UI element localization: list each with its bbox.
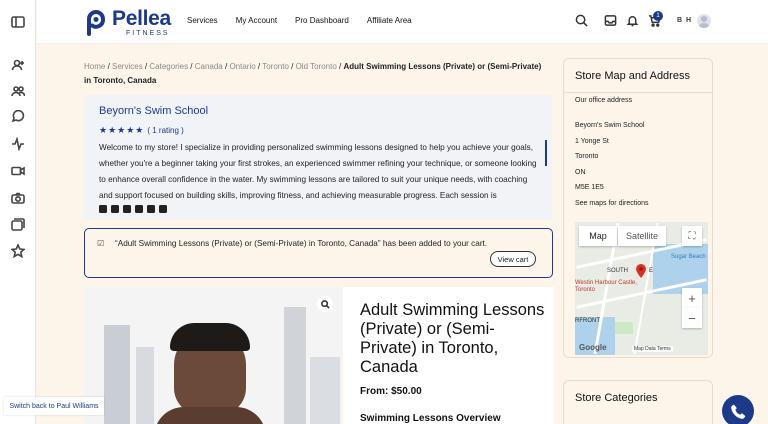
google-logo: Google xyxy=(579,343,607,352)
twitter-icon[interactable] xyxy=(99,205,107,213)
address-line-5: M5E 1E5 xyxy=(575,184,604,191)
google-map[interactable]: Sugar Beach SOUTH E Westin Harbour Castl… xyxy=(575,222,708,355)
logo-mark-icon xyxy=(87,9,105,36)
widget-title: Store Map and Address xyxy=(575,70,690,82)
site-header: Pellea FITNESS Services My Account Pro D… xyxy=(37,0,768,44)
users-add-icon[interactable] xyxy=(11,58,25,72)
zoom-out-button[interactable]: − xyxy=(682,308,702,328)
map-label-e: E xyxy=(649,268,654,274)
store-info-card: Beyorn's Swim School ★★★★★( 1 rating ) W… xyxy=(84,95,552,220)
store-categories-widget: Store Categories xyxy=(563,380,713,424)
cart-notice: ☑ “Adult Swimming Lessons (Private) or (… xyxy=(84,228,553,278)
star-icon[interactable] xyxy=(11,244,25,258)
address-line-3: Toronto xyxy=(575,153,599,160)
maps-directions-link[interactable]: See maps for directions xyxy=(575,200,649,207)
breadcrumb-canada[interactable]: Canada xyxy=(195,62,223,71)
product-title: Adult Swimming Lessons (Private) or (Sem… xyxy=(360,301,545,376)
nav-item-pro-dashboard[interactable]: Pro Dashboard xyxy=(295,16,349,25)
office-label: Our office address xyxy=(575,97,633,104)
map-footer[interactable]: Map Data Terms xyxy=(632,346,673,352)
categories-title: Store Categories xyxy=(575,392,658,404)
nav-item-services[interactable]: Services xyxy=(187,16,218,25)
bio-scrollbar[interactable] xyxy=(545,140,547,166)
cart-count-badge: 1 xyxy=(653,11,663,21)
nav-item-my-account[interactable]: My Account xyxy=(236,16,277,25)
map-label-south: SOUTH xyxy=(607,268,628,274)
main-nav: Services My Account Pro Dashboard Affili… xyxy=(187,16,430,25)
brand-logo[interactable]: Pellea FITNESS xyxy=(84,8,171,37)
address-line-2: 1 Yonge St xyxy=(575,138,609,145)
product-summary: Adult Swimming Lessons (Private) or (Sem… xyxy=(343,287,554,424)
breadcrumb-home[interactable]: Home xyxy=(84,62,105,71)
video-icon[interactable] xyxy=(11,164,25,178)
gallery-icon[interactable] xyxy=(11,217,25,231)
linkedin-icon[interactable] xyxy=(135,205,143,213)
map-pin-icon[interactable] xyxy=(636,264,646,278)
brand-tagline: FITNESS xyxy=(126,30,170,37)
zoom-icon[interactable] xyxy=(317,296,333,312)
left-rail xyxy=(0,0,36,424)
bell-icon[interactable] xyxy=(626,14,639,32)
section-heading: Swimming Lessons Overview xyxy=(360,413,501,424)
social-links xyxy=(99,205,167,213)
breadcrumb-old-toronto[interactable]: Old Toronto xyxy=(296,62,337,71)
avatar[interactable] xyxy=(697,14,711,28)
breadcrumb-services[interactable]: Services xyxy=(112,62,143,71)
chat-icon[interactable] xyxy=(11,110,25,124)
pinterest-icon[interactable] xyxy=(159,205,167,213)
breadcrumb: Home / Services / Categories / Canada / … xyxy=(84,62,542,85)
sidebar-toggle-icon[interactable] xyxy=(11,15,25,29)
map-label-westin: Westin Harbour Castle, Toronto xyxy=(575,280,637,293)
product-price: From: $50.00 xyxy=(360,386,422,397)
map-label-sugar-beach: Sugar Beach xyxy=(671,254,706,260)
check-icon: ☑ xyxy=(97,239,105,248)
instagram-icon[interactable] xyxy=(111,205,119,213)
users-group-icon[interactable] xyxy=(11,84,25,98)
address-line-4: ON xyxy=(575,169,586,176)
star-icons: ★★★★★ xyxy=(99,125,145,135)
person-neck xyxy=(154,407,266,424)
inbox-icon[interactable] xyxy=(604,14,617,32)
store-bio: Welcome to my store! I specialize in pro… xyxy=(99,143,537,200)
product-image[interactable] xyxy=(84,287,342,424)
phone-icon xyxy=(730,404,745,419)
facebook-icon[interactable] xyxy=(123,205,131,213)
view-cart-button[interactable]: View cart xyxy=(490,251,536,267)
fullscreen-icon[interactable]: ⛶ xyxy=(682,226,702,246)
switch-back-link[interactable]: Switch back to Paul Williams xyxy=(4,397,104,415)
map-tab-map[interactable]: Map xyxy=(579,226,617,246)
map-label-rfront: RFRONT xyxy=(575,318,600,324)
rating-count[interactable]: ( 1 rating ) xyxy=(147,126,183,135)
person-hair xyxy=(170,323,250,351)
zoom-in-button[interactable]: + xyxy=(682,288,702,308)
youtube-icon[interactable] xyxy=(147,205,155,213)
address-line-1: Beyorn's Swim School xyxy=(575,122,645,129)
brand-name: Pellea xyxy=(112,7,171,30)
map-tab-satellite[interactable]: Satellite xyxy=(618,226,666,246)
phone-call-button[interactable] xyxy=(722,395,754,424)
nav-item-affiliate-area[interactable]: Affiliate Area xyxy=(367,16,412,25)
cart-notice-text: “Adult Swimming Lessons (Private) or (Se… xyxy=(115,239,488,248)
store-map-widget: Store Map and Address Our office address… xyxy=(563,58,713,358)
camera-icon[interactable] xyxy=(11,191,25,205)
breadcrumb-categories[interactable]: Categories xyxy=(149,62,188,71)
breadcrumb-ontario[interactable]: Ontario xyxy=(229,62,255,71)
rating-stars: ★★★★★( 1 rating ) xyxy=(99,125,184,136)
search-icon[interactable] xyxy=(575,14,588,32)
store-name[interactable]: Beyorn's Swim School xyxy=(99,105,208,117)
breadcrumb-toronto[interactable]: Toronto xyxy=(262,62,289,71)
user-initials[interactable]: B H xyxy=(677,17,692,24)
activity-icon[interactable] xyxy=(11,137,25,151)
